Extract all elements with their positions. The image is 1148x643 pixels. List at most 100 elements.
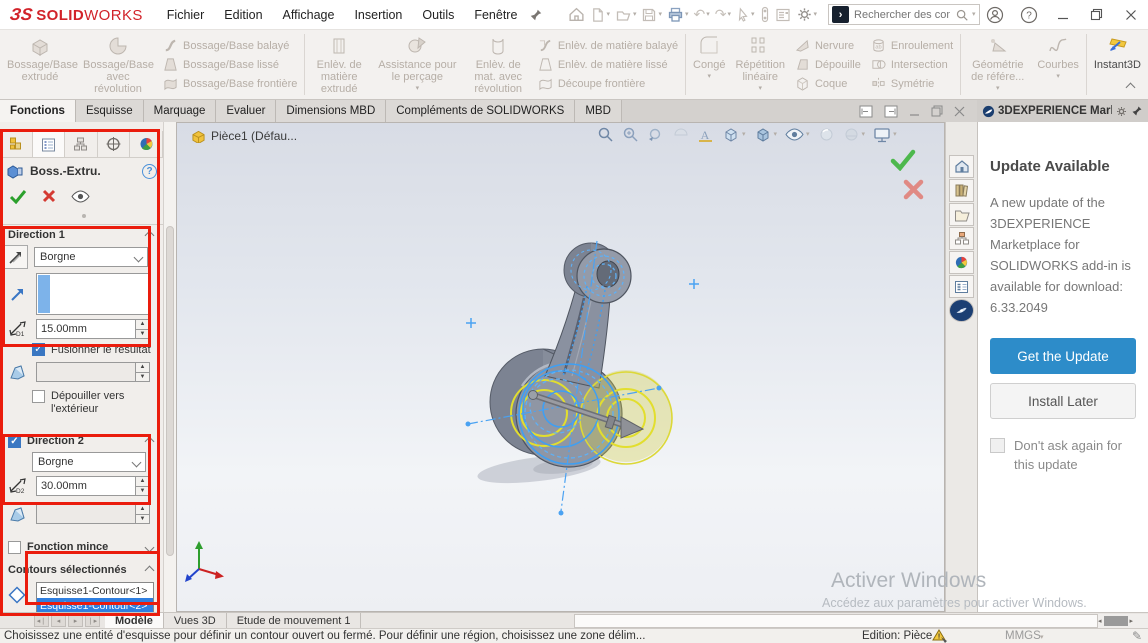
direction1-collapse-chevron[interactable]	[145, 230, 155, 240]
menu-outils[interactable]: Outils	[422, 8, 454, 22]
select-button[interactable]: ▾	[735, 6, 756, 24]
cut-extrude-button[interactable]: Enlèv. de matière extrudé	[312, 33, 366, 96]
mirror-button[interactable]: Symétrie	[871, 76, 953, 91]
hole-wizard-caret[interactable]: ▾	[416, 85, 420, 92]
zoom-area-icon[interactable]	[622, 126, 639, 143]
units-selector[interactable]: MMGS	[1005, 630, 1041, 642]
tab-modele[interactable]: Modèle	[105, 613, 164, 628]
reference-geometry-caret[interactable]: ▾	[996, 85, 1000, 92]
open-button[interactable]: ▾	[614, 6, 638, 24]
confirmation-ok-icon[interactable]	[890, 149, 916, 171]
previous-view-icon[interactable]	[647, 126, 664, 143]
pm-scrollbar-thumb[interactable]	[166, 226, 174, 556]
boss-revolve-button[interactable]: Bossage/Base avec révolution	[83, 33, 153, 96]
direction1-reference-box[interactable]	[36, 273, 150, 315]
feature-tree-root[interactable]: Pièce1 (Défau...	[191, 129, 297, 143]
print-button[interactable]: ▾	[666, 6, 690, 24]
spin-up-icon[interactable]: ▲	[136, 320, 149, 330]
annotation-pen-icon[interactable]: ✎	[1132, 629, 1142, 643]
apply-scene-icon[interactable]: ▾	[843, 126, 866, 143]
spin-up-icon[interactable]: ▲	[136, 363, 149, 373]
taskpane-view-palette-tab[interactable]	[949, 227, 974, 250]
tab-fonctions[interactable]: Fonctions	[0, 100, 76, 122]
reference-geometry-button[interactable]: Géométrie de référe... ▾	[968, 33, 1027, 96]
cut-sweep-button[interactable]: Enlèv. de matière balayé	[538, 38, 678, 53]
direction2-depth-spinner[interactable]: ▲▼	[135, 477, 149, 495]
direction2-collapse-chevron[interactable]	[145, 436, 155, 446]
curves-caret[interactable]: ▾	[1056, 73, 1060, 80]
pin-menu-icon[interactable]	[529, 8, 543, 22]
menu-fichier[interactable]: Fichier	[167, 8, 205, 22]
help-circle-icon[interactable]: ?	[142, 164, 157, 179]
taskpane-custom-properties-tab[interactable]	[949, 275, 974, 298]
dont-ask-checkbox[interactable]	[990, 438, 1005, 453]
thin-feature-header[interactable]: Fonction mince	[0, 536, 163, 554]
tab-featuremanager[interactable]	[0, 131, 33, 157]
next-tab-icon[interactable]: ▸	[68, 615, 83, 627]
display-style-caret[interactable]: ▾	[774, 131, 778, 138]
dock-pane-right-icon[interactable]	[884, 105, 898, 118]
spin-up-icon[interactable]: ▲	[136, 477, 149, 487]
first-tab-icon[interactable]: ◂❘	[34, 615, 49, 627]
wrap-button[interactable]: abEnroulement	[871, 38, 953, 53]
print-caret[interactable]: ▾	[685, 11, 689, 18]
tab-complements[interactable]: Compléments de SOLIDWORKS	[386, 100, 575, 122]
spin-down-icon[interactable]: ▼	[136, 515, 149, 524]
tab-mbd[interactable]: MBD	[575, 100, 622, 122]
units-caret[interactable]: ▾	[1040, 634, 1044, 641]
fillet-caret[interactable]: ▾	[707, 73, 711, 80]
doc-minimize-icon[interactable]	[909, 106, 920, 117]
contour-item-1[interactable]: Esquisse1-Contour<1>	[37, 583, 153, 598]
marketplace-pin-icon[interactable]	[1131, 105, 1143, 117]
ok-check-button[interactable]	[9, 189, 27, 204]
doc-restore-icon[interactable]	[931, 105, 943, 117]
contour-item-2[interactable]: Esquisse1-Contour<2>	[37, 598, 153, 613]
linear-pattern-button[interactable]: Répétition linéaire ▾	[735, 33, 785, 96]
menu-edition[interactable]: Edition	[224, 8, 262, 22]
zoom-fit-icon[interactable]	[597, 126, 614, 143]
dock-pane-left-icon[interactable]	[859, 105, 873, 118]
shell-button[interactable]: Coque	[795, 76, 861, 91]
contours-collapse-chevron[interactable]	[145, 565, 155, 575]
boss-loft-button[interactable]: Bossage/Base lissé	[163, 57, 297, 72]
marketplace-gear-icon[interactable]	[1115, 105, 1128, 118]
edit-appearance-icon[interactable]	[818, 126, 835, 143]
get-update-button[interactable]: Get the Update	[990, 338, 1136, 374]
section-view-icon[interactable]	[672, 126, 689, 143]
save-button[interactable]: ▾	[640, 6, 663, 24]
options-list-button[interactable]	[774, 6, 792, 24]
undo-button[interactable]: ↶▾	[693, 5, 711, 24]
tab-evaluer[interactable]: Evaluer	[216, 100, 276, 122]
last-tab-icon[interactable]: ❘▸	[85, 615, 100, 627]
graphics-viewport[interactable]: Pièce1 (Défau... A ▾ ▾ ▾ ▾ ▾	[176, 122, 945, 612]
menu-insertion[interactable]: Insertion	[354, 8, 402, 22]
tab-dimensions-mbd[interactable]: Dimensions MBD	[276, 100, 386, 122]
marketplace-panel-header[interactable]: 3DEXPERIENCE Marketp	[977, 100, 1148, 122]
scroll-right-icon[interactable]: ▸	[1130, 617, 1134, 625]
boss-extrude-button[interactable]: Bossage/Base extrudé	[7, 33, 73, 96]
search-input[interactable]	[852, 8, 952, 22]
draft1-spinner[interactable]: ▲▼	[135, 363, 149, 381]
restore-button[interactable]	[1082, 3, 1112, 27]
tab-etude-mouvement[interactable]: Etude de mouvement 1	[227, 613, 362, 628]
horizontal-scrollbar[interactable]: ◂ ▸	[1098, 614, 1148, 628]
fillet-button[interactable]: Congé ▾	[693, 33, 725, 96]
settings-gear-button[interactable]: ▾	[795, 5, 819, 24]
selection-filter-toggle[interactable]	[759, 5, 771, 24]
help-icon[interactable]: ?	[1014, 3, 1044, 27]
view-settings-caret[interactable]: ▾	[893, 131, 897, 138]
search-scope-icon[interactable]: ›	[832, 6, 849, 23]
cut-boundary-button[interactable]: Découpe frontière	[538, 76, 678, 91]
direction1-header[interactable]: Direction 1	[0, 225, 163, 241]
boss-sweep-button[interactable]: Bossage/Base balayé	[163, 38, 297, 53]
direction1-depth-spinner[interactable]: ▲▼	[135, 320, 149, 338]
spin-up-icon[interactable]: ▲	[136, 505, 149, 515]
draft-button[interactable]: Dépouille	[795, 57, 861, 72]
redo-caret[interactable]: ▾	[727, 11, 731, 18]
settings-caret[interactable]: ▾	[814, 11, 818, 18]
select-caret[interactable]: ▾	[751, 11, 755, 18]
tab-vues-3d[interactable]: Vues 3D	[164, 613, 227, 628]
tab-displaymanager[interactable]	[130, 131, 163, 157]
merge-result-checkbox[interactable]: ✓	[32, 343, 45, 356]
taskpane-file-explorer-tab[interactable]	[949, 203, 974, 226]
